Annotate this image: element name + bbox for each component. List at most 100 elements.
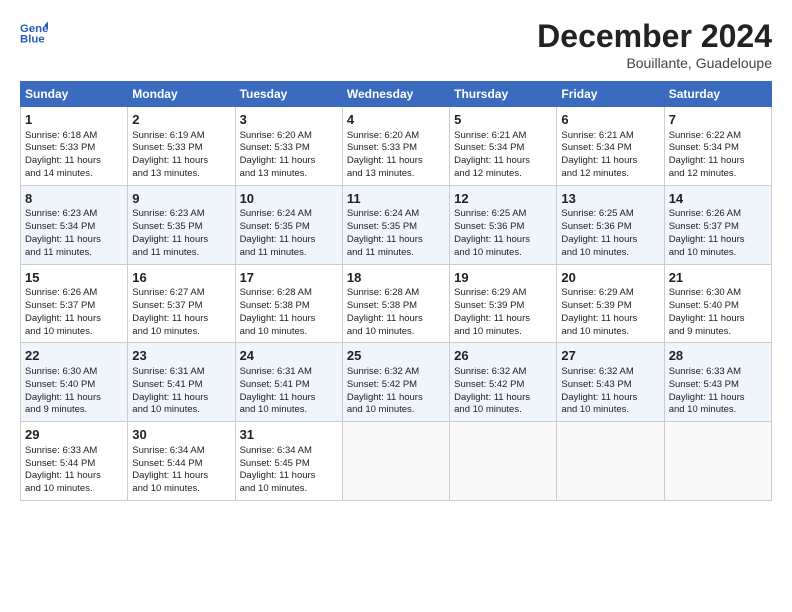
day-info-line: and 10 minutes. [669, 404, 767, 417]
day-info-line: Daylight: 11 hours [25, 392, 123, 405]
day-info-line: Daylight: 11 hours [561, 392, 659, 405]
calendar-cell: 14Sunrise: 6:26 AMSunset: 5:37 PMDayligh… [664, 185, 771, 264]
calendar-table: SundayMondayTuesdayWednesdayThursdayFrid… [20, 81, 772, 501]
day-info-line: and 9 minutes. [669, 326, 767, 339]
day-info-line: Daylight: 11 hours [347, 392, 445, 405]
calendar-day-header: Saturday [664, 82, 771, 107]
day-info-line: Sunrise: 6:30 AM [669, 287, 767, 300]
day-info-line: Sunrise: 6:33 AM [25, 445, 123, 458]
day-info-line: Sunrise: 6:23 AM [132, 208, 230, 221]
calendar-cell: 11Sunrise: 6:24 AMSunset: 5:35 PMDayligh… [342, 185, 449, 264]
calendar-cell: 13Sunrise: 6:25 AMSunset: 5:36 PMDayligh… [557, 185, 664, 264]
day-info-line: Sunset: 5:35 PM [132, 221, 230, 234]
day-info-line: Sunrise: 6:24 AM [240, 208, 338, 221]
day-info-line: Daylight: 11 hours [561, 234, 659, 247]
month-title: December 2024 [537, 18, 772, 55]
day-info-line: and 11 minutes. [132, 247, 230, 260]
day-info-line: Daylight: 11 hours [669, 155, 767, 168]
calendar-week-row: 22Sunrise: 6:30 AMSunset: 5:40 PMDayligh… [21, 343, 772, 422]
day-info-line: Sunrise: 6:29 AM [454, 287, 552, 300]
day-number: 15 [25, 269, 123, 287]
day-info-line: and 11 minutes. [25, 247, 123, 260]
day-number: 3 [240, 111, 338, 129]
day-info-line: Sunset: 5:33 PM [240, 142, 338, 155]
day-info-line: Sunset: 5:36 PM [561, 221, 659, 234]
day-info-line: Sunrise: 6:20 AM [240, 130, 338, 143]
day-info-line: Sunset: 5:39 PM [561, 300, 659, 313]
day-info-line: and 10 minutes. [240, 326, 338, 339]
day-number: 12 [454, 190, 552, 208]
day-info-line: and 14 minutes. [25, 168, 123, 181]
calendar-cell: 20Sunrise: 6:29 AMSunset: 5:39 PMDayligh… [557, 264, 664, 343]
day-info-line: Daylight: 11 hours [132, 234, 230, 247]
day-number: 16 [132, 269, 230, 287]
day-info-line: Daylight: 11 hours [132, 313, 230, 326]
day-info-line: Daylight: 11 hours [347, 155, 445, 168]
day-info-line: Sunset: 5:40 PM [669, 300, 767, 313]
day-info-line: Daylight: 11 hours [347, 234, 445, 247]
day-info-line: Sunrise: 6:26 AM [669, 208, 767, 221]
day-info-line: Daylight: 11 hours [240, 313, 338, 326]
day-info-line: Sunrise: 6:32 AM [347, 366, 445, 379]
day-info-line: Sunrise: 6:34 AM [240, 445, 338, 458]
calendar-week-row: 1Sunrise: 6:18 AMSunset: 5:33 PMDaylight… [21, 107, 772, 186]
day-info-line: and 10 minutes. [561, 326, 659, 339]
day-info-line: and 13 minutes. [132, 168, 230, 181]
day-number: 27 [561, 347, 659, 365]
calendar-cell: 12Sunrise: 6:25 AMSunset: 5:36 PMDayligh… [450, 185, 557, 264]
day-info-line: Sunrise: 6:31 AM [132, 366, 230, 379]
title-block: December 2024 Bouillante, Guadeloupe [537, 18, 772, 71]
day-info-line: Sunset: 5:43 PM [669, 379, 767, 392]
calendar-cell: 19Sunrise: 6:29 AMSunset: 5:39 PMDayligh… [450, 264, 557, 343]
day-number: 17 [240, 269, 338, 287]
calendar-day-header: Monday [128, 82, 235, 107]
day-number: 6 [561, 111, 659, 129]
day-number: 28 [669, 347, 767, 365]
calendar-cell: 4Sunrise: 6:20 AMSunset: 5:33 PMDaylight… [342, 107, 449, 186]
day-info-line: Daylight: 11 hours [240, 155, 338, 168]
day-info-line: and 12 minutes. [454, 168, 552, 181]
day-number: 10 [240, 190, 338, 208]
day-info-line: Daylight: 11 hours [132, 392, 230, 405]
day-info-line: Sunset: 5:34 PM [669, 142, 767, 155]
day-info-line: Sunset: 5:35 PM [347, 221, 445, 234]
day-info-line: Daylight: 11 hours [669, 392, 767, 405]
day-info-line: Sunrise: 6:32 AM [454, 366, 552, 379]
calendar-page: General Blue December 2024 Bouillante, G… [0, 0, 792, 612]
day-info-line: Sunset: 5:33 PM [347, 142, 445, 155]
day-info-line: Sunset: 5:41 PM [132, 379, 230, 392]
day-info-line: Daylight: 11 hours [25, 470, 123, 483]
day-number: 9 [132, 190, 230, 208]
day-info-line: Sunset: 5:44 PM [25, 458, 123, 471]
day-info-line: and 10 minutes. [25, 483, 123, 496]
day-info-line: and 13 minutes. [240, 168, 338, 181]
day-info-line: Sunset: 5:42 PM [347, 379, 445, 392]
day-info-line: Sunrise: 6:25 AM [561, 208, 659, 221]
day-info-line: and 10 minutes. [240, 483, 338, 496]
day-info-line: Sunrise: 6:22 AM [669, 130, 767, 143]
day-info-line: Sunrise: 6:32 AM [561, 366, 659, 379]
calendar-cell: 25Sunrise: 6:32 AMSunset: 5:42 PMDayligh… [342, 343, 449, 422]
calendar-body: 1Sunrise: 6:18 AMSunset: 5:33 PMDaylight… [21, 107, 772, 501]
calendar-cell [557, 422, 664, 501]
day-number: 13 [561, 190, 659, 208]
day-number: 20 [561, 269, 659, 287]
calendar-cell: 10Sunrise: 6:24 AMSunset: 5:35 PMDayligh… [235, 185, 342, 264]
day-info-line: Sunrise: 6:19 AM [132, 130, 230, 143]
calendar-cell: 23Sunrise: 6:31 AMSunset: 5:41 PMDayligh… [128, 343, 235, 422]
day-info-line: Sunrise: 6:20 AM [347, 130, 445, 143]
day-info-line: Sunrise: 6:23 AM [25, 208, 123, 221]
calendar-cell: 31Sunrise: 6:34 AMSunset: 5:45 PMDayligh… [235, 422, 342, 501]
day-info-line: Sunrise: 6:18 AM [25, 130, 123, 143]
day-number: 5 [454, 111, 552, 129]
day-info-line: Sunset: 5:37 PM [25, 300, 123, 313]
day-info-line: and 10 minutes. [561, 404, 659, 417]
day-info-line: and 10 minutes. [132, 483, 230, 496]
day-number: 21 [669, 269, 767, 287]
day-info-line: Sunset: 5:38 PM [240, 300, 338, 313]
day-info-line: and 10 minutes. [454, 404, 552, 417]
day-info-line: Daylight: 11 hours [132, 470, 230, 483]
day-info-line: Daylight: 11 hours [240, 234, 338, 247]
calendar-cell: 21Sunrise: 6:30 AMSunset: 5:40 PMDayligh… [664, 264, 771, 343]
day-info-line: Sunrise: 6:30 AM [25, 366, 123, 379]
